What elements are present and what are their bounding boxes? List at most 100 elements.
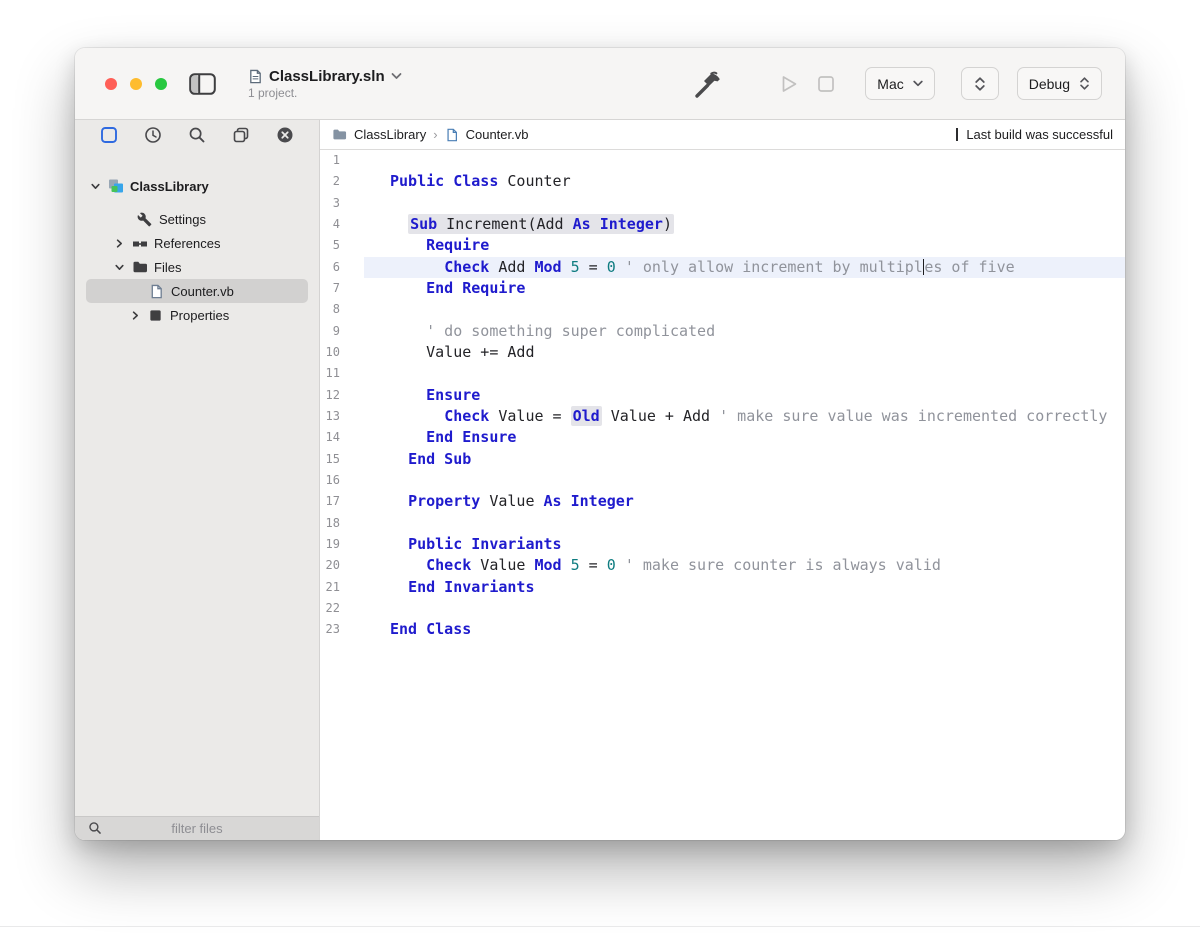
- code-text[interactable]: Check Value = Old Value + Add ' make sur…: [364, 405, 1125, 427]
- stop-button[interactable]: [815, 73, 837, 95]
- code-text[interactable]: End Class: [364, 619, 1125, 640]
- code-text[interactable]: [364, 150, 1125, 171]
- code-token[interactable]: Public Class: [390, 172, 498, 190]
- line-number[interactable]: 16: [320, 470, 364, 491]
- code-token[interactable]: [616, 258, 625, 276]
- history-pad-button[interactable]: [143, 125, 163, 145]
- code-line[interactable]: 5 Require: [320, 235, 1125, 256]
- target-stepper[interactable]: [960, 67, 999, 100]
- code-token[interactable]: [390, 258, 444, 276]
- chevron-down-icon[interactable]: [115, 263, 124, 272]
- code-token[interactable]: Require: [426, 236, 489, 254]
- code-text[interactable]: [364, 470, 1125, 491]
- zoom-window-button[interactable]: [155, 77, 167, 90]
- code-token[interactable]: [390, 215, 408, 233]
- code-text[interactable]: ' do something super complicated: [364, 321, 1125, 342]
- code-token[interactable]: Value: [480, 492, 543, 510]
- code-token[interactable]: [390, 578, 408, 596]
- code-text[interactable]: Value += Add: [364, 342, 1125, 363]
- line-number[interactable]: 9: [320, 321, 364, 342]
- code-token[interactable]: Sub: [410, 215, 437, 233]
- code-token[interactable]: [616, 556, 625, 574]
- code-text[interactable]: [364, 598, 1125, 619]
- code-token[interactable]: ' do something super complicated: [426, 322, 715, 340]
- line-number[interactable]: 10: [320, 342, 364, 363]
- code-token[interactable]: [562, 556, 571, 574]
- line-number[interactable]: 8: [320, 299, 364, 320]
- code-line[interactable]: 18: [320, 513, 1125, 534]
- line-number[interactable]: 22: [320, 598, 364, 619]
- code-token[interactable]: End Ensure: [426, 428, 516, 446]
- code-line[interactable]: 14 End Ensure: [320, 427, 1125, 448]
- code-token[interactable]: Add: [489, 258, 534, 276]
- code-token[interactable]: [562, 258, 571, 276]
- line-number[interactable]: 17: [320, 491, 364, 512]
- close-window-button[interactable]: [105, 77, 117, 90]
- code-text[interactable]: [364, 363, 1125, 384]
- code-token[interactable]: ): [663, 215, 672, 233]
- line-number[interactable]: 13: [320, 406, 364, 427]
- code-line[interactable]: 10 Value += Add: [320, 342, 1125, 363]
- code-token[interactable]: Mod: [535, 258, 562, 276]
- code-text[interactable]: Property Value As Integer: [364, 491, 1125, 512]
- code-token[interactable]: [390, 428, 426, 446]
- line-number[interactable]: 19: [320, 534, 364, 555]
- code-editor[interactable]: 1 2 Public Class Counter 3 4 Sub Increment(A…: [320, 150, 1125, 840]
- code-token[interactable]: Increment(Add: [437, 215, 572, 233]
- chevron-right-icon[interactable]: [115, 238, 124, 248]
- line-number[interactable]: 1: [320, 150, 364, 171]
- code-line[interactable]: 12 Ensure: [320, 385, 1125, 406]
- line-number[interactable]: 20: [320, 555, 364, 576]
- code-token[interactable]: [390, 407, 444, 425]
- code-line[interactable]: 7 End Require: [320, 278, 1125, 299]
- code-text[interactable]: Ensure: [364, 385, 1125, 406]
- line-number[interactable]: 12: [320, 385, 364, 406]
- code-line[interactable]: 8: [320, 299, 1125, 320]
- configuration-selector[interactable]: Debug: [1016, 67, 1102, 100]
- errors-pad-button[interactable]: [275, 125, 295, 145]
- code-text[interactable]: Check Value Mod 5 = 0 ' make sure counte…: [364, 555, 1125, 576]
- code-token[interactable]: Check: [444, 258, 489, 276]
- breadcrumb-file[interactable]: Counter.vb: [466, 127, 529, 142]
- code-text[interactable]: Require: [364, 235, 1125, 256]
- code-token[interactable]: 5: [571, 258, 580, 276]
- code-text[interactable]: Public Class Counter: [364, 171, 1125, 192]
- code-line[interactable]: 21 End Invariants: [320, 577, 1125, 598]
- chevron-down-icon[interactable]: [91, 182, 100, 191]
- code-token[interactable]: End Invariants: [408, 578, 534, 596]
- code-text[interactable]: [364, 299, 1125, 320]
- line-number[interactable]: 3: [320, 193, 364, 214]
- filter-files-input[interactable]: [75, 817, 319, 840]
- tree-item-settings[interactable]: Settings: [75, 207, 319, 231]
- chevron-right-icon[interactable]: [131, 310, 140, 320]
- line-number[interactable]: 2: [320, 171, 364, 192]
- code-text[interactable]: Check Add Mod 5 = 0 ' only allow increme…: [364, 256, 1125, 278]
- code-line[interactable]: 23 End Class: [320, 619, 1125, 640]
- code-token[interactable]: As Integer: [573, 215, 663, 233]
- code-line[interactable]: 20 Check Value Mod 5 = 0 ' make sure cou…: [320, 555, 1125, 576]
- line-number[interactable]: 7: [320, 278, 364, 299]
- line-number[interactable]: 6: [320, 257, 364, 278]
- tree-item-counter-vb[interactable]: Counter.vb: [86, 279, 308, 303]
- code-text[interactable]: End Invariants: [364, 577, 1125, 598]
- code-line[interactable]: 4 Sub Increment(Add As Integer): [320, 213, 1125, 235]
- code-text[interactable]: [364, 193, 1125, 214]
- code-token[interactable]: Mod: [535, 556, 562, 574]
- highlighted-symbol[interactable]: Sub Increment(Add As Integer): [408, 213, 674, 234]
- line-number[interactable]: 4: [320, 214, 364, 235]
- search-pad-button[interactable]: [187, 125, 207, 145]
- code-text[interactable]: Public Invariants: [364, 534, 1125, 555]
- code-token[interactable]: 5: [571, 556, 580, 574]
- code-line[interactable]: 15 End Sub: [320, 449, 1125, 470]
- code-line[interactable]: 13 Check Value = Old Value + Add ' make …: [320, 405, 1125, 427]
- run-button[interactable]: [777, 72, 801, 96]
- code-token[interactable]: [390, 492, 408, 510]
- code-line[interactable]: 16: [320, 470, 1125, 491]
- line-number[interactable]: 14: [320, 427, 364, 448]
- code-token[interactable]: As Integer: [544, 492, 634, 510]
- code-token[interactable]: Value + Add: [602, 407, 719, 425]
- code-token[interactable]: ' make sure value was incremented correc…: [719, 407, 1107, 425]
- build-button[interactable]: [687, 67, 727, 101]
- code-token[interactable]: es of five: [924, 258, 1014, 276]
- window-title-block[interactable]: ClassLibrary.sln 1 project.: [248, 68, 402, 100]
